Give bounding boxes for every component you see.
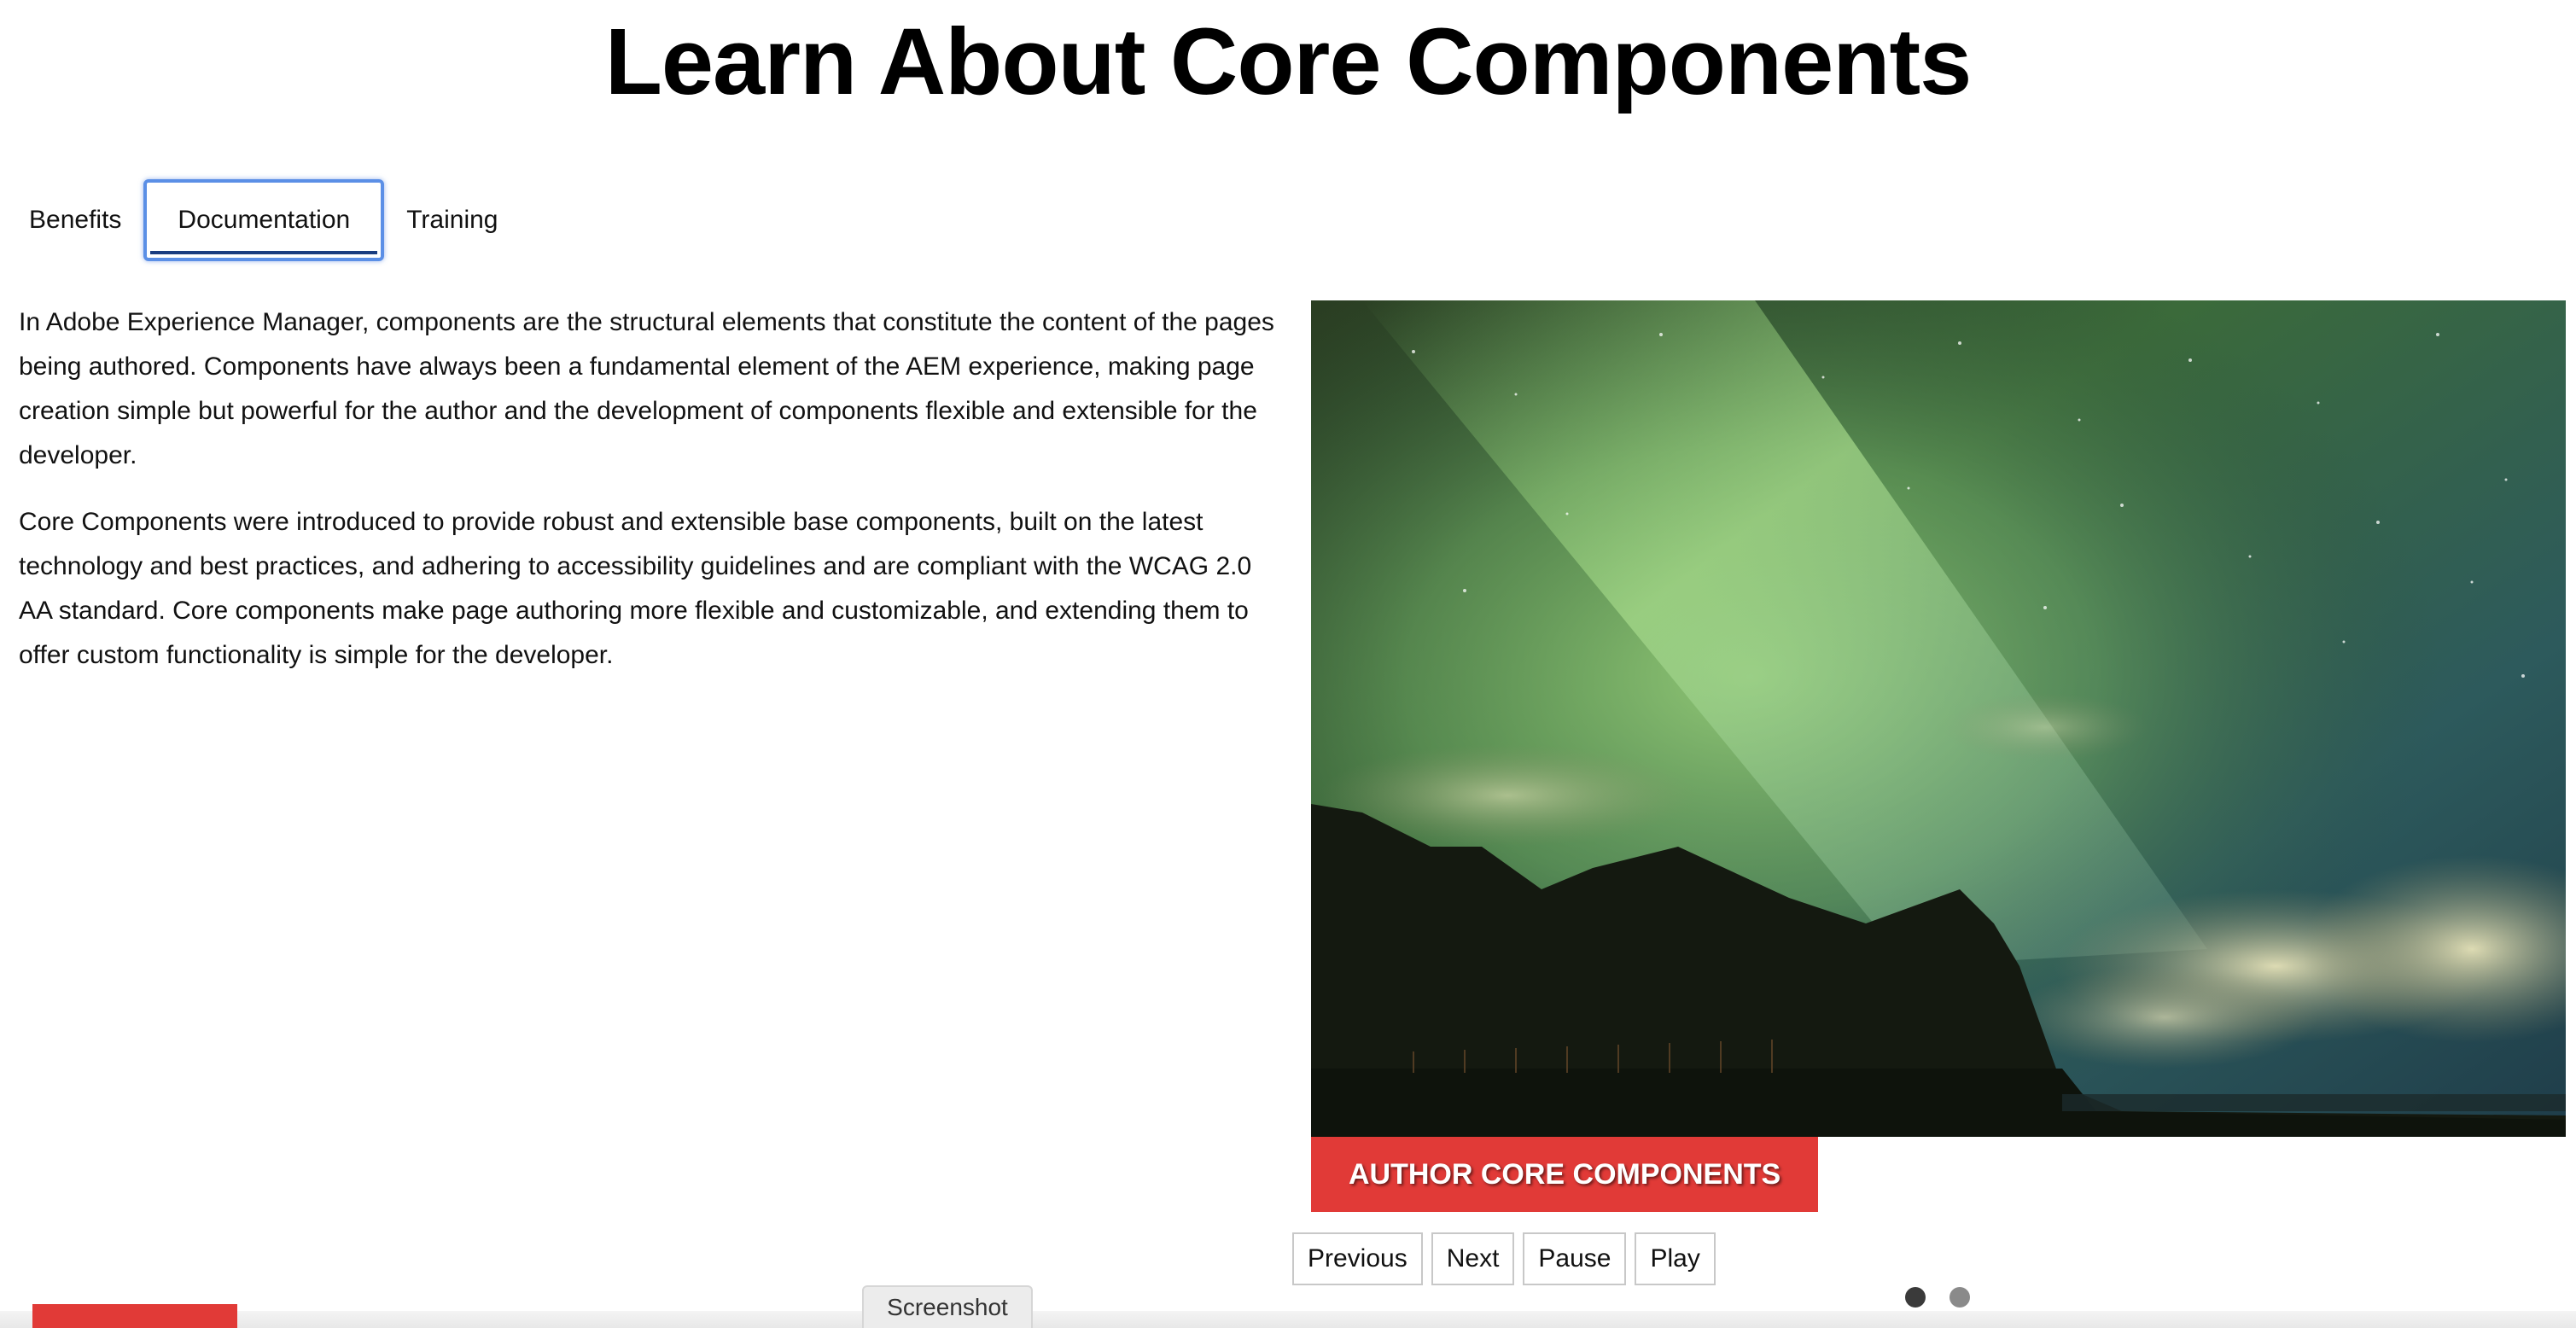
paragraph-intro: In Adobe Experience Manager, components … [19, 308, 1274, 469]
tab-list: Benefits Documentation Training [19, 178, 520, 263]
carousel-slide-image [1311, 300, 2566, 1137]
screenshot-button[interactable]: Screenshot [862, 1285, 1033, 1328]
page-title: Learn About Core Components [604, 9, 1973, 114]
paragraph-core-components: Core Components were introduced to provi… [19, 508, 1252, 669]
carousel-indicator-2[interactable] [1949, 1287, 1970, 1308]
carousel-indicators [1905, 1287, 1970, 1308]
bottom-bar [0, 1311, 2576, 1328]
tab-documentation[interactable]: Documentation [143, 179, 385, 261]
play-button[interactable]: Play [1635, 1232, 1716, 1285]
next-button[interactable]: Next [1431, 1232, 1515, 1285]
previous-button[interactable]: Previous [1292, 1232, 1423, 1285]
tab-benefits[interactable]: Benefits [19, 179, 143, 261]
pause-button[interactable]: Pause [1523, 1232, 1627, 1285]
carousel-indicator-1[interactable] [1905, 1287, 1926, 1308]
aurora-landscape-image [1311, 300, 2566, 1137]
tab-training[interactable]: Training [384, 179, 520, 261]
tab-panel-documentation: In Adobe Experience Manager, components … [19, 300, 1282, 700]
carousel-caption[interactable]: AUTHOR CORE COMPONENTS [1311, 1137, 1819, 1212]
carousel-controls: Previous Next Pause Play [1292, 1232, 1716, 1285]
bottom-red-button[interactable] [32, 1304, 237, 1328]
